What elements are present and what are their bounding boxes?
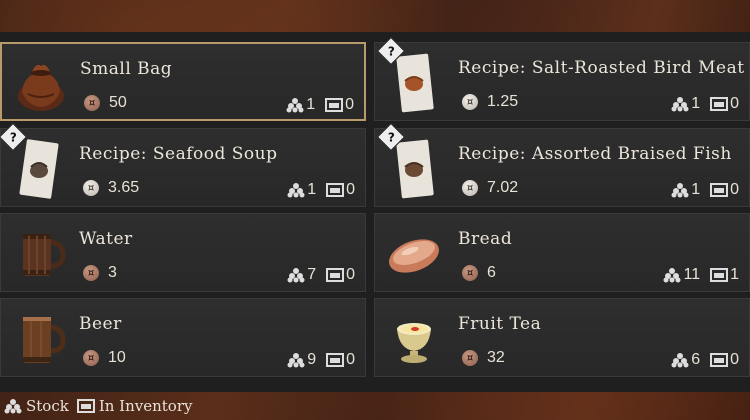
inventory-count: 0 (730, 351, 739, 368)
item-counts: 7 0 (287, 266, 355, 284)
mug-icon (23, 234, 66, 276)
inventory-count: 1 (730, 266, 739, 283)
stock-icon (4, 399, 22, 414)
stock-icon (663, 268, 681, 283)
shop-item-card-beer[interactable]: Beer ¤ 10 9 0 (0, 298, 366, 377)
stock-count: 1 (306, 96, 316, 113)
item-name: Fruit Tea (458, 314, 542, 334)
inventory-icon (76, 399, 95, 413)
item-counts: 1 0 (671, 181, 739, 199)
stock-count: 9 (307, 351, 317, 368)
bread-icon (389, 239, 439, 273)
item-counts: 1 0 (287, 181, 355, 199)
inventory-count: 0 (730, 181, 739, 198)
stock-count: 1 (307, 181, 317, 198)
item-name: Water (79, 229, 133, 249)
shop-item-card-water[interactable]: Water ¤ 3 7 0 (0, 213, 366, 292)
shop-item-card-bread[interactable]: Bread ¤ 6 11 1 (374, 213, 750, 292)
item-price: ¤ 32 (462, 349, 505, 367)
item-price: ¤ 3.65 (83, 179, 139, 197)
item-price: ¤ 6 (462, 264, 496, 282)
stock-icon (286, 98, 304, 113)
item-name: Recipe: Assorted Braised Fish (458, 144, 732, 164)
stock-icon (287, 353, 305, 368)
inventory-count: 0 (346, 266, 355, 283)
copper-coin-icon: ¤ (462, 350, 478, 366)
item-price: ¤ 1.25 (462, 93, 518, 111)
item-counts: 11 1 (663, 266, 739, 284)
stock-icon (671, 97, 689, 112)
shop-item-card-small-bag[interactable]: Small Bag ¤ 50 1 0 (0, 42, 366, 121)
inventory-icon (710, 268, 729, 282)
stock-icon (671, 183, 689, 198)
stock-count: 7 (307, 266, 317, 283)
item-price: ¤ 3 (83, 264, 117, 282)
legend: Stock In Inventory (4, 397, 200, 415)
copper-coin-icon: ¤ (83, 350, 99, 366)
legend-inventory-label: In Inventory (98, 397, 193, 415)
inventory-icon (326, 183, 345, 197)
item-price: ¤ 50 (84, 94, 127, 112)
recipe-scroll-icon (19, 139, 59, 199)
copper-coin-icon: ¤ (462, 265, 478, 281)
silver-coin-icon: ¤ (462, 94, 478, 110)
tea-cup-icon (397, 323, 431, 363)
stock-count: 1 (691, 95, 701, 112)
item-name: Small Bag (80, 59, 173, 79)
item-counts: 1 0 (286, 96, 354, 114)
stock-icon (287, 183, 305, 198)
inventory-icon (710, 183, 729, 197)
inventory-count: 0 (345, 96, 354, 113)
shop-item-card-salt-roasted-bird-meat[interactable]: ? Recipe: Salt-Roasted Bird Meat ¤ 1.25 … (374, 36, 750, 121)
stock-icon (287, 268, 305, 283)
inventory-icon (326, 353, 345, 367)
legend-stock-label: Stock (26, 397, 69, 415)
inventory-count: 0 (346, 351, 355, 368)
inventory-count: 0 (346, 181, 355, 198)
stock-icon (671, 353, 689, 368)
shop-item-grid: Small Bag ¤ 50 1 0 ? Recipe: Salt-Roaste… (0, 32, 750, 392)
silver-coin-icon: ¤ (462, 180, 478, 196)
item-name: Bread (458, 229, 513, 249)
bag-icon (18, 64, 64, 111)
item-counts: 1 0 (671, 95, 739, 113)
inventory-count: 0 (730, 95, 739, 112)
shop-item-card-assorted-braised-fish[interactable]: ? Recipe: Assorted Braised Fish ¤ 7.02 1… (374, 122, 750, 207)
stock-count: 6 (691, 351, 701, 368)
inventory-icon (325, 98, 344, 112)
stock-count: 11 (683, 266, 701, 283)
item-price: ¤ 10 (83, 349, 126, 367)
inventory-icon (710, 97, 729, 111)
inventory-icon (710, 353, 729, 367)
tankard-icon (23, 317, 66, 363)
shop-item-card-seafood-soup[interactable]: ? Recipe: Seafood Soup ¤ 3.65 1 0 (0, 122, 366, 207)
silver-coin-icon: ¤ (83, 180, 99, 196)
item-counts: 6 0 (671, 351, 739, 369)
item-name: Beer (79, 314, 122, 334)
stock-count: 1 (691, 181, 701, 198)
inventory-icon (326, 268, 345, 282)
copper-coin-icon: ¤ (83, 265, 99, 281)
item-price: ¤ 7.02 (462, 179, 518, 197)
item-name: Recipe: Seafood Soup (79, 144, 278, 164)
copper-coin-icon: ¤ (84, 95, 100, 111)
item-counts: 9 0 (287, 351, 355, 369)
item-name: Recipe: Salt-Roasted Bird Meat (458, 58, 745, 78)
shop-item-card-fruit-tea[interactable]: Fruit Tea ¤ 32 6 0 (374, 298, 750, 377)
